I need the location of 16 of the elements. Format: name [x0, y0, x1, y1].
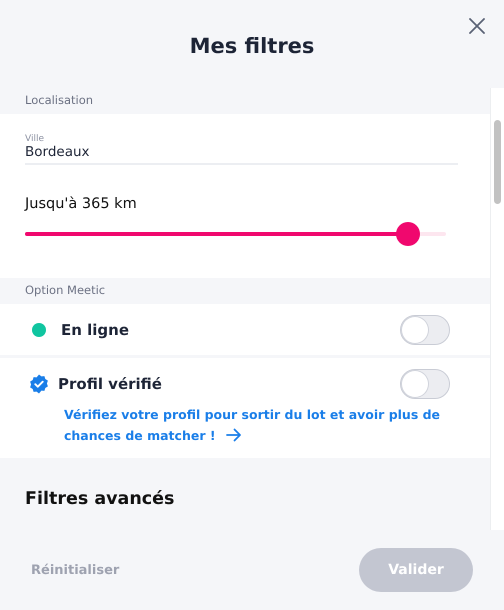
dialog-title: Mes filtres	[190, 33, 314, 58]
close-icon[interactable]	[469, 18, 485, 34]
city-field[interactable]: Ville Bordeaux	[25, 134, 458, 165]
verified-badge-icon	[29, 374, 49, 394]
toggle-switch[interactable]	[400, 314, 450, 344]
toggle-switch[interactable]	[400, 368, 450, 398]
verify-link[interactable]: Vérifiez votre profil pour sortir du lot et avoir plus de chances de matcher !	[32, 404, 450, 458]
section-header: Option Meetic	[24, 282, 106, 299]
slider-thumb[interactable]	[396, 222, 420, 246]
arrow-icon	[226, 428, 242, 442]
section-title: Filtres avancés	[25, 489, 176, 509]
section-header: Localisation	[24, 92, 94, 109]
option-label: Profil vérifié	[58, 374, 163, 392]
option-label: En ligne	[61, 320, 130, 338]
scrollbar[interactable]	[490, 88, 504, 530]
distance-label: Jusqu'à 365 km	[25, 196, 138, 212]
